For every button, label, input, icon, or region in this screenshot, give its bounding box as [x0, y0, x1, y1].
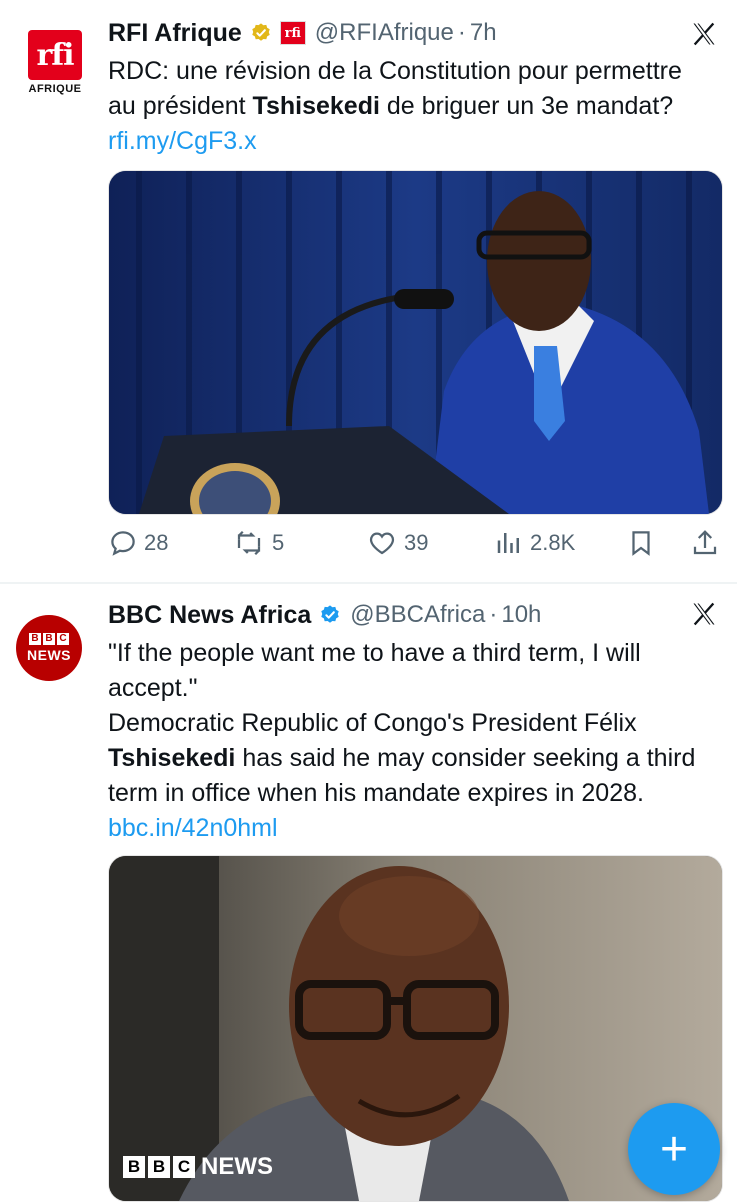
tweet-actions: 28 5 39 2.8K	[108, 528, 720, 560]
heart-icon	[369, 532, 395, 555]
photo-president-speaking-at-podium-icon	[109, 171, 722, 514]
bbc-news-watermark: B B C NEWS	[123, 1153, 273, 1181]
tweet-text: RDC: une révision de la Constitution pou…	[108, 54, 708, 159]
like-count: 39	[404, 530, 429, 555]
separator: ·	[489, 601, 498, 628]
rfi-logo-subtitle: AFRIQUE	[28, 83, 82, 95]
tweet-text-bold: Tshisekedi	[108, 744, 236, 772]
tweet-rfi-afrique[interactable]: rfi AFRIQUE RFI Afrique rfi @RFIAfrique …	[0, 0, 737, 583]
share-button[interactable]	[690, 528, 726, 558]
tweet-text-part: de briguer un 3e mandat?	[379, 92, 674, 120]
reply-button[interactable]: 28	[108, 528, 168, 558]
avatar[interactable]: B B C NEWS	[16, 615, 82, 681]
tweet-quote: "If the people want me to have a third t…	[108, 639, 641, 702]
views-count: 2.8K	[530, 530, 576, 555]
compose-button[interactable]: +	[628, 1103, 720, 1195]
tweet-text: "If the people want me to have a third t…	[108, 636, 708, 846]
repost-icon	[237, 530, 261, 556]
bookmark-icon	[632, 531, 650, 556]
tweet-link[interactable]: rfi.my/CgF3.x	[108, 127, 257, 155]
reply-count: 28	[144, 530, 169, 555]
views-chart-icon	[497, 533, 519, 553]
tweet-image[interactable]	[108, 170, 723, 515]
x-logo-icon[interactable]	[690, 600, 718, 628]
author-handle[interactable]: @RFIAfrique	[315, 19, 454, 47]
tweet-link[interactable]: bbc.in/42n0hml	[108, 814, 278, 842]
share-icon	[693, 530, 717, 555]
reply-icon	[111, 531, 135, 556]
tweet-body: Democratic Republic of Congo's President…	[108, 706, 708, 846]
affiliate-badge: rfi	[279, 21, 306, 45]
tweet-header: RFI Afrique rfi @RFIAfrique · 7h	[108, 15, 497, 51]
bbc-block: B	[43, 633, 55, 645]
repost-button[interactable]: 5	[232, 528, 284, 558]
watermark-block: B	[123, 1156, 145, 1178]
author-name[interactable]: BBC News Africa	[108, 601, 311, 630]
tweet-text-part: Democratic Republic of Congo's President…	[108, 709, 637, 737]
author-name[interactable]: RFI Afrique	[108, 19, 242, 48]
x-logo-icon[interactable]	[690, 20, 718, 48]
separator: ·	[457, 19, 466, 46]
tweet-header: BBC News Africa @BBCAfrica · 10h	[108, 597, 541, 633]
bbc-block: B	[29, 633, 41, 645]
bbc-block: C	[57, 633, 69, 645]
views-button[interactable]: 2.8K	[494, 528, 575, 558]
like-button[interactable]: 39	[366, 528, 428, 558]
timestamp[interactable]: 7h	[470, 19, 497, 47]
repost-count: 5	[272, 530, 285, 555]
bbc-logo-blocks: B B C	[29, 633, 69, 645]
timestamp[interactable]: 10h	[501, 601, 541, 629]
bookmark-button[interactable]	[626, 528, 662, 558]
tweet-text-bold: Tshisekedi	[252, 92, 380, 120]
verified-icon	[319, 604, 341, 626]
verified-gold-icon	[250, 22, 272, 44]
watermark-block: B	[148, 1156, 170, 1178]
avatar[interactable]: rfi AFRIQUE	[28, 30, 82, 100]
rfi-logo: rfi	[28, 30, 82, 80]
author-handle[interactable]: @BBCAfrica	[350, 601, 485, 629]
bbc-logo-news: NEWS	[27, 647, 71, 663]
watermark-news: NEWS	[201, 1153, 273, 1180]
watermark-block: C	[173, 1156, 195, 1178]
